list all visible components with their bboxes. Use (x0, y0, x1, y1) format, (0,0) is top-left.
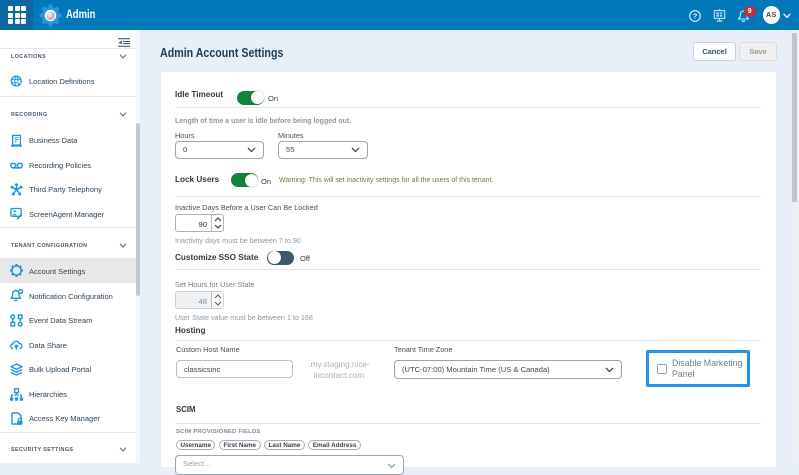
svg-text:?: ? (693, 11, 698, 20)
